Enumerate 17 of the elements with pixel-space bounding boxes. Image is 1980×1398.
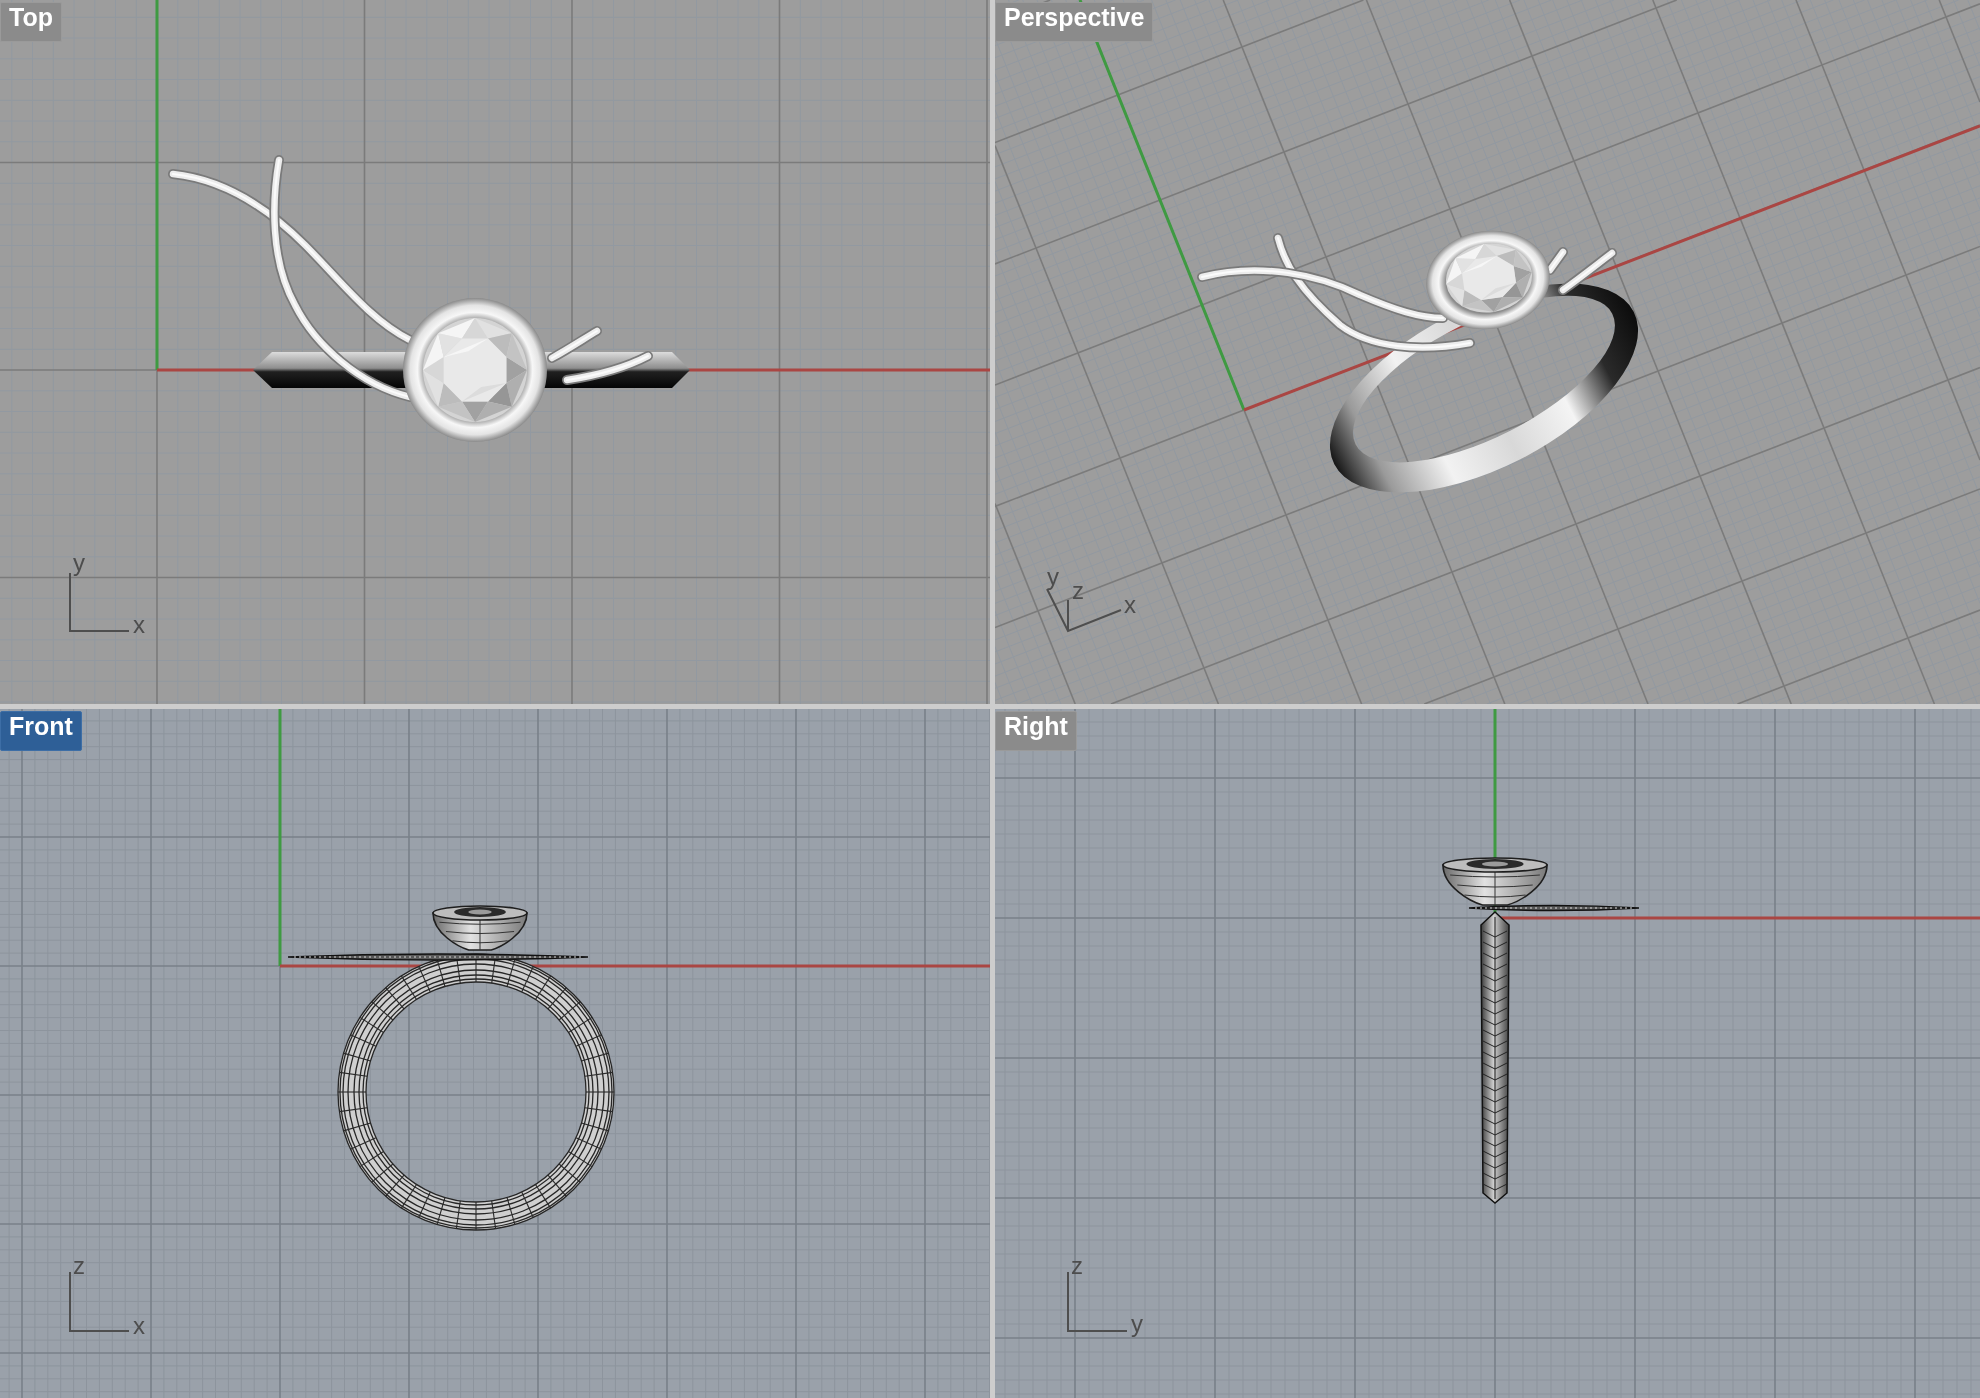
axis-triad-icon [1046,588,1122,633]
axis-label: y [1131,1310,1143,1337]
viewport-tab[interactable]: Perspective [995,2,1154,42]
axis-label: x [1124,591,1136,618]
axis-label: x [133,1312,145,1339]
axis-label: y [1047,563,1059,590]
viewport-tab[interactable]: Front [0,711,82,751]
axis-label: y [73,549,85,576]
axis-label: z [1072,577,1084,604]
viewport[interactable]: Front z x [0,709,990,1398]
viewport-tab[interactable]: Top [0,2,62,42]
viewport-tab[interactable]: Right [995,711,1077,751]
viewport[interactable]: Top y x [0,0,990,704]
axis-label: z [73,1252,85,1279]
viewport[interactable]: Right z y [995,709,1980,1398]
axis-label: x [133,611,145,638]
axis-label: z [1071,1252,1083,1279]
